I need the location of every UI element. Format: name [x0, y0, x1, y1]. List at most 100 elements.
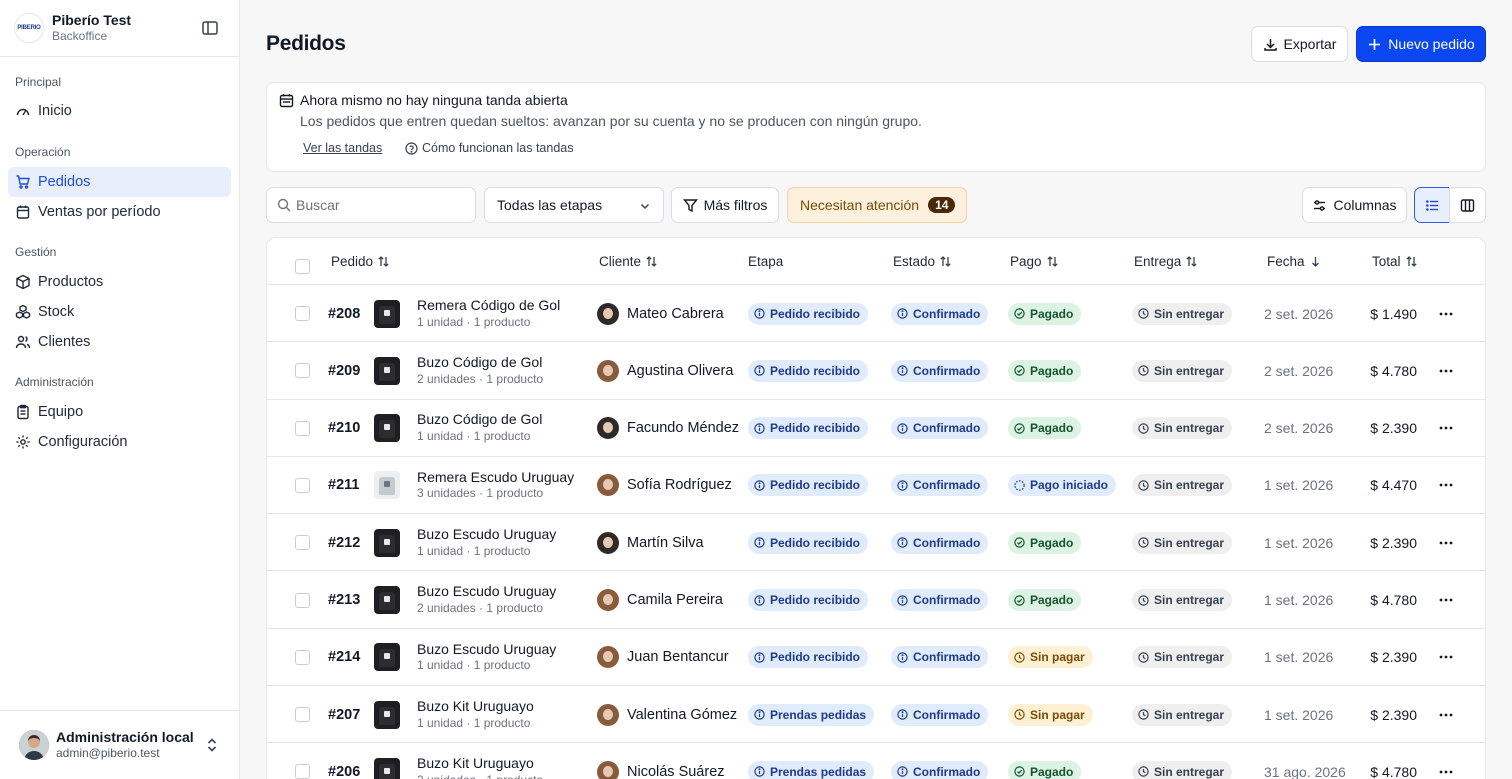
- row-checkbox[interactable]: [295, 764, 310, 779]
- brand-logo: PIBERIO: [14, 13, 44, 43]
- nav-item-pedidos[interactable]: Pedidos: [8, 167, 231, 197]
- more-horizontal-icon[interactable]: [1438, 535, 1454, 551]
- col-header-cliente[interactable]: Cliente: [599, 238, 658, 285]
- select-all-checkbox[interactable]: [295, 259, 310, 274]
- stage-badge: Pedido recibido: [748, 531, 869, 554]
- more-filters-button[interactable]: Más filtros: [671, 187, 779, 223]
- table-row[interactable]: #210 Buzo Código de Gol 1 unidad · 1 produ…: [267, 400, 1485, 457]
- stage-select[interactable]: Todas las etapas: [484, 187, 664, 223]
- sort-icon: [1405, 256, 1417, 267]
- view-batches-link[interactable]: Ver las tandas: [303, 141, 382, 155]
- new-order-button[interactable]: Nuevo pedido: [1356, 26, 1486, 62]
- customer-name[interactable]: Sofía Rodríguez: [627, 477, 732, 493]
- order-id[interactable]: #212: [328, 535, 360, 551]
- stage-label: Prendas pedidas: [770, 707, 867, 722]
- row-checkbox[interactable]: [295, 649, 310, 665]
- col-header-estado[interactable]: Estado: [893, 238, 952, 285]
- table-row[interactable]: #207 Buzo Kit Uruguayo 1 unidad · 1 produc…: [267, 686, 1485, 744]
- table-row[interactable]: #212 Buzo Escudo Uruguay 1 unidad · 1 prod…: [267, 514, 1485, 572]
- nav-item-productos[interactable]: Productos: [8, 267, 231, 297]
- check-circle-icon: [1014, 537, 1025, 548]
- col-header-pago[interactable]: Pago: [1010, 238, 1059, 285]
- chevrons-up-down-icon[interactable]: [205, 737, 219, 753]
- needs-attention-button[interactable]: Necesitan atención 14: [787, 187, 967, 223]
- more-horizontal-icon[interactable]: [1438, 707, 1454, 723]
- order-id[interactable]: #206: [328, 764, 360, 779]
- more-horizontal-icon[interactable]: [1438, 420, 1454, 436]
- export-label: Exportar: [1283, 36, 1337, 52]
- customer-name[interactable]: Valentina Gómez: [627, 707, 737, 723]
- payment-badge: Pagado: [1008, 302, 1082, 325]
- col-header-pedido[interactable]: Pedido: [331, 238, 390, 285]
- nav-item-clientes[interactable]: Clientes: [8, 327, 231, 357]
- nav-label-ventas: Ventas por período: [38, 204, 161, 220]
- table-row[interactable]: #214 Buzo Escudo Uruguay 1 unidad · 1 prod…: [267, 629, 1485, 687]
- more-horizontal-icon[interactable]: [1438, 363, 1454, 379]
- list-view-toggle[interactable]: [1414, 187, 1450, 223]
- search-input[interactable]: [296, 197, 456, 213]
- row-checkbox[interactable]: [295, 592, 310, 608]
- payment-label: Pagado: [1030, 535, 1074, 550]
- stage-label: Prendas pedidas: [770, 764, 867, 779]
- nav-item-inicio[interactable]: Inicio: [8, 96, 231, 126]
- order-date: 31 ago. 2026: [1264, 763, 1346, 779]
- row-checkbox[interactable]: [295, 306, 310, 321]
- row-checkbox[interactable]: [295, 420, 310, 436]
- sidebar-toggle-icon[interactable]: [201, 19, 219, 37]
- more-horizontal-icon[interactable]: [1438, 306, 1454, 322]
- col-label-total: Total: [1372, 254, 1401, 269]
- row-checkbox[interactable]: [295, 535, 310, 551]
- row-checkbox[interactable]: [295, 707, 310, 723]
- more-horizontal-icon[interactable]: [1438, 649, 1454, 665]
- search-box[interactable]: [266, 187, 476, 223]
- export-button[interactable]: Exportar: [1251, 26, 1348, 62]
- product-thumbnail: [374, 700, 400, 729]
- more-horizontal-icon[interactable]: [1438, 477, 1454, 493]
- order-id[interactable]: #214: [328, 649, 360, 665]
- customer-name[interactable]: Martín Silva: [627, 535, 704, 551]
- customer-name[interactable]: Agustina Olivera: [627, 363, 733, 379]
- sidebar: PIBERIO Piberío Test Backoffice Principa…: [0, 0, 240, 779]
- more-horizontal-icon[interactable]: [1438, 592, 1454, 608]
- status-badge: Confirmado: [891, 302, 989, 325]
- table-row[interactable]: #206 Buzo Kit Uruguayo2 unidades · 1 prod…: [267, 743, 1485, 779]
- info-icon: [897, 766, 908, 778]
- col-header-total[interactable]: Total: [1372, 238, 1418, 285]
- table-row[interactable]: #213 Buzo Escudo Uruguay 2 unidades · 1 pr…: [267, 572, 1485, 629]
- nav-item-equipo[interactable]: Equipo: [8, 397, 231, 427]
- more-horizontal-icon[interactable]: [1438, 764, 1454, 779]
- product-name: Buzo Escudo Uruguay: [417, 583, 557, 600]
- col-header-entrega[interactable]: Entrega: [1134, 238, 1198, 285]
- order-id[interactable]: #211: [328, 477, 359, 493]
- col-header-fecha[interactable]: Fecha: [1267, 238, 1322, 285]
- download-icon: [1263, 38, 1277, 51]
- stage-badge: Pedido recibido: [748, 589, 869, 611]
- nav-item-ventas[interactable]: Ventas por período: [8, 197, 231, 227]
- order-id[interactable]: #208: [328, 306, 360, 322]
- order-id[interactable]: #210: [328, 420, 360, 436]
- status-label: Confirmado: [913, 593, 981, 607]
- table-row[interactable]: #209 Buzo Código de Gol 2 unidades · 1 pro…: [267, 342, 1485, 400]
- info-icon: [754, 594, 765, 606]
- order-id[interactable]: #213: [328, 592, 360, 608]
- order-id[interactable]: #207: [328, 707, 360, 723]
- product-units: 1 unidad · 1 producto: [417, 429, 531, 444]
- row-checkbox[interactable]: [295, 477, 310, 493]
- brand-header: PIBERIO Piberío Test Backoffice: [0, 0, 239, 57]
- board-view-toggle[interactable]: [1449, 187, 1486, 223]
- customer-name[interactable]: Juan Bentancur: [627, 649, 729, 665]
- user-menu[interactable]: Administración local admin@piberio.test: [0, 710, 239, 779]
- nav-item-configuracion[interactable]: Configuración: [8, 427, 231, 457]
- nav-item-stock[interactable]: Stock: [8, 297, 231, 327]
- columns-button[interactable]: Columnas: [1302, 187, 1407, 223]
- customer-name[interactable]: Mateo Cabrera: [627, 306, 724, 322]
- row-checkbox[interactable]: [295, 363, 310, 379]
- table-row[interactable]: #211 Remera Escudo Uruguay 3 unidades · 1 …: [267, 457, 1485, 515]
- order-id[interactable]: #209: [328, 363, 360, 379]
- customer-name[interactable]: Camila Pereira: [627, 592, 723, 608]
- table-row[interactable]: #208 Remera Código de Gol 1 unidad · 1 pro…: [267, 285, 1485, 343]
- customer-name[interactable]: Facundo Méndez: [627, 420, 739, 436]
- check-circle-icon: [1014, 594, 1025, 606]
- how-batches-work-link[interactable]: Cómo funcionan las tandas: [405, 141, 573, 155]
- customer-name[interactable]: Nicolás Suárez: [627, 764, 725, 779]
